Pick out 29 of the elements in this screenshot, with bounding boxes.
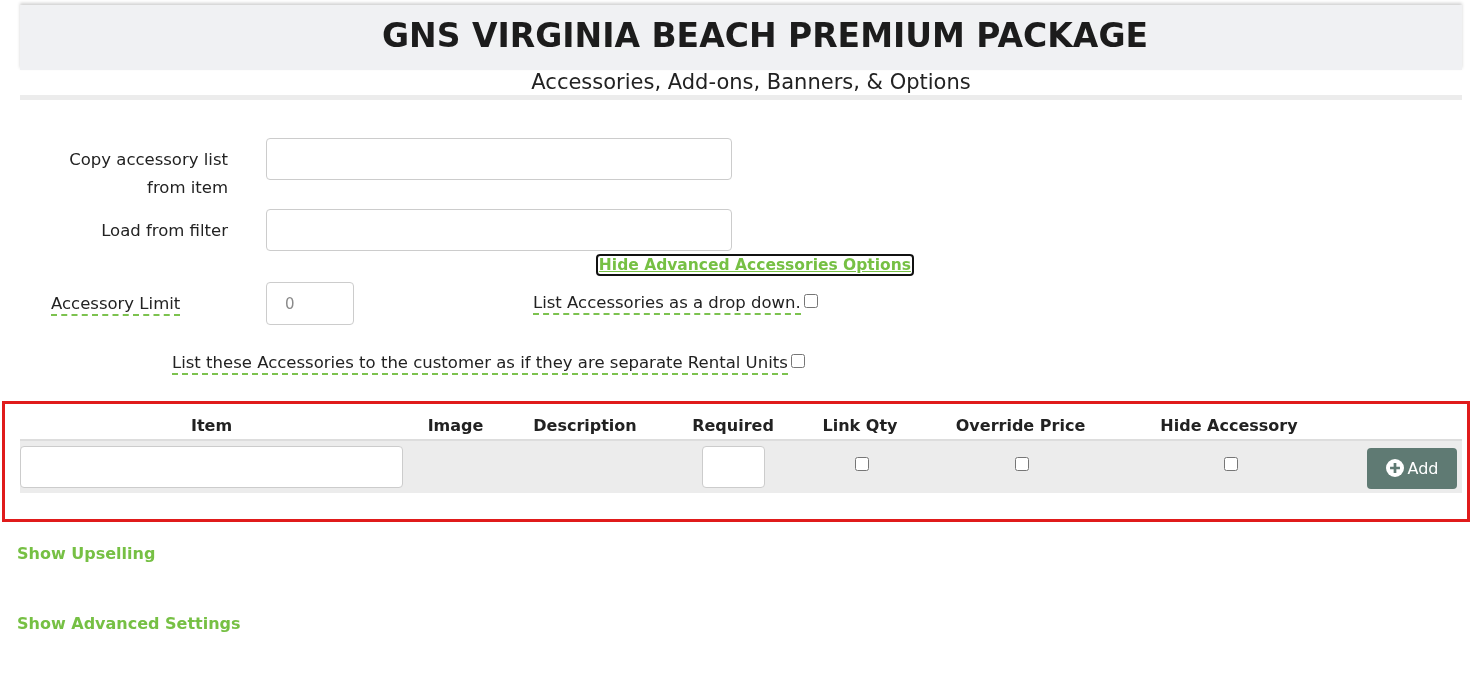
page-subtitle: Accessories, Add-ons, Banners, & Options <box>530 70 972 95</box>
column-header: Link Qty <box>822 416 898 435</box>
field-label: List Accessories as a drop down. <box>533 292 801 315</box>
text-input[interactable] <box>266 138 732 180</box>
column-header: Required <box>692 416 774 435</box>
field-label: Load from filter <box>101 221 228 240</box>
column-header: Item <box>190 416 233 435</box>
plus-circle-icon <box>1385 459 1404 477</box>
column-header: Description <box>533 416 637 435</box>
field-label: Accessory Limit <box>51 294 181 316</box>
page-title: GNS VIRGINIA BEACH PREMIUM PACKAGE <box>381 15 1149 57</box>
column-header: Hide Accessory <box>1160 416 1298 435</box>
add-button[interactable]: Add <box>1367 447 1457 489</box>
text-input[interactable] <box>20 446 403 488</box>
checkbox[interactable] <box>1015 457 1029 471</box>
text-input[interactable] <box>266 209 732 251</box>
column-header: Image <box>427 416 484 435</box>
section-link[interactable]: Show Upselling <box>17 542 156 566</box>
field-label: List these Accessories to the customer as if they are separate Rental Units <box>172 353 788 375</box>
checkbox[interactable] <box>854 457 869 471</box>
number-input[interactable]: 0 <box>266 282 354 325</box>
text-input[interactable] <box>701 446 765 488</box>
field-label: Copy accessory list from item <box>69 150 228 197</box>
section-link[interactable]: Show Advanced Settings <box>17 612 241 636</box>
checkbox[interactable] <box>1223 457 1238 471</box>
column-header: Override Price <box>955 416 1086 435</box>
checkbox[interactable] <box>803 293 818 308</box>
checkbox[interactable] <box>790 354 805 368</box>
toggle-link[interactable]: Hide Advanced Accessories Options <box>597 256 912 274</box>
